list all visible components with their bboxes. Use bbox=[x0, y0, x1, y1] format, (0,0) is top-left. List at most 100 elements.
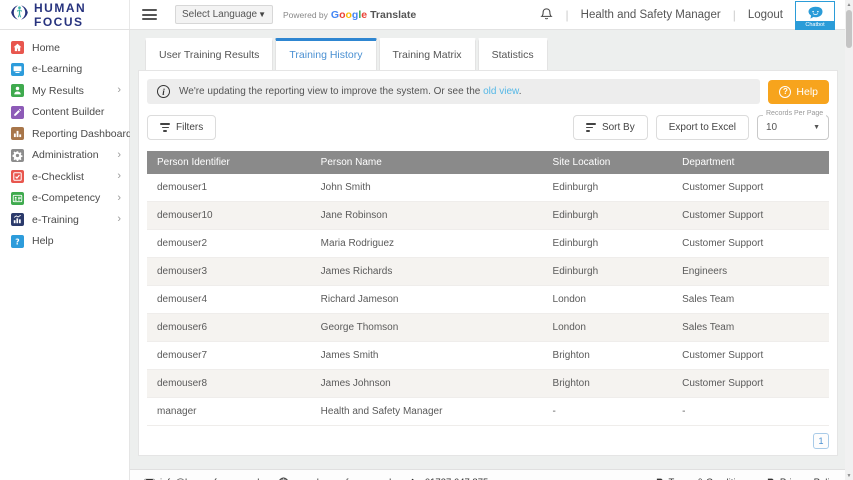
table-cell: Richard Jameson bbox=[311, 286, 543, 314]
table-cell: Brighton bbox=[543, 342, 673, 370]
vertical-scrollbar[interactable]: ▲ ▼ bbox=[845, 0, 853, 480]
sidebar-item-e-competency[interactable]: e-Competency› bbox=[0, 188, 129, 210]
scroll-down-arrow-icon[interactable]: ▼ bbox=[845, 471, 853, 480]
table-row: demouser8James JohnsonBrightonCustomer S… bbox=[147, 370, 829, 398]
table-cell: Jane Robinson bbox=[311, 202, 543, 230]
topbar-right: | Health and Safety Manager | Logout Cha… bbox=[539, 0, 853, 29]
sidebar-item-label: e-Training bbox=[32, 214, 79, 226]
training-history-table: Person IdentifierPerson NameSite Locatio… bbox=[147, 151, 829, 426]
sidebar-item-label: Reporting Dashboard bbox=[32, 128, 132, 140]
divider: | bbox=[566, 8, 569, 22]
table-cell: demouser6 bbox=[147, 314, 311, 342]
tab-training-history[interactable]: Training History bbox=[275, 38, 376, 70]
training-history-panel: i We're updating the reporting view to i… bbox=[138, 70, 838, 456]
scrollbar-thumb[interactable] bbox=[846, 10, 852, 48]
column-header-department: Department bbox=[672, 151, 829, 174]
tab-bar: User Training ResultsTraining HistoryTra… bbox=[138, 38, 838, 70]
table-cell: Brighton bbox=[543, 370, 673, 398]
bar-chart-icon bbox=[11, 127, 24, 140]
help-button-label: Help bbox=[796, 86, 818, 98]
sidebar-item-label: Administration bbox=[32, 149, 99, 161]
sidebar-item-label: Help bbox=[32, 235, 54, 247]
table-cell: manager bbox=[147, 398, 311, 426]
table-cell: demouser10 bbox=[147, 202, 311, 230]
table-row: managerHealth and Safety Manager-- bbox=[147, 398, 829, 426]
export-to-excel-button[interactable]: Export to Excel bbox=[656, 115, 749, 140]
tab-user-training-results[interactable]: User Training Results bbox=[145, 38, 273, 70]
table-cell: Customer Support bbox=[672, 230, 829, 258]
google-translate-attribution: Powered by Google Translate bbox=[283, 9, 416, 21]
language-select[interactable]: Select Language ▼ bbox=[175, 5, 273, 24]
table-cell: George Thomson bbox=[311, 314, 543, 342]
table-cell: James Smith bbox=[311, 342, 543, 370]
old-view-link[interactable]: old view bbox=[483, 86, 519, 97]
page-button-1[interactable]: 1 bbox=[813, 433, 829, 449]
chevron-right-icon: › bbox=[117, 85, 121, 96]
table-cell: demouser2 bbox=[147, 230, 311, 258]
table-cell: London bbox=[543, 286, 673, 314]
sort-by-button[interactable]: Sort By bbox=[573, 115, 648, 140]
table-cell: Maria Rodriguez bbox=[311, 230, 543, 258]
sidebar-item-reporting-dashboard[interactable]: Reporting Dashboard bbox=[0, 123, 129, 145]
sort-icon bbox=[586, 123, 596, 132]
table-row: demouser3James RichardsEdinburghEngineer… bbox=[147, 258, 829, 286]
translate-label: Translate bbox=[370, 9, 416, 21]
table-row: demouser6George ThomsonLondonSales Team bbox=[147, 314, 829, 342]
filters-button[interactable]: Filters bbox=[147, 115, 216, 140]
table-cell: London bbox=[543, 314, 673, 342]
table-cell: Engineers bbox=[672, 258, 829, 286]
scroll-up-arrow-icon[interactable]: ▲ bbox=[845, 0, 853, 9]
table-cell: James Johnson bbox=[311, 370, 543, 398]
chevron-right-icon: › bbox=[117, 150, 121, 161]
tab-statistics[interactable]: Statistics bbox=[478, 38, 548, 70]
column-header-person-identifier: Person Identifier bbox=[147, 151, 311, 174]
info-icon: i bbox=[157, 85, 170, 98]
table-cell: Customer Support bbox=[672, 342, 829, 370]
table-cell: Customer Support bbox=[672, 370, 829, 398]
help-button[interactable]: ? Help bbox=[768, 80, 829, 104]
sidebar-item-help[interactable]: ? Help bbox=[0, 231, 129, 253]
pagination: 1 bbox=[147, 433, 829, 449]
divider: | bbox=[733, 8, 736, 22]
sidebar-item-label: e-Learning bbox=[32, 63, 82, 75]
table-cell: - bbox=[543, 398, 673, 426]
svg-text:?: ? bbox=[15, 237, 19, 246]
table-cell: demouser4 bbox=[147, 286, 311, 314]
filters-button-label: Filters bbox=[176, 122, 203, 133]
question-mark-icon: ? bbox=[779, 86, 791, 98]
google-logo: Google bbox=[331, 9, 367, 21]
person-icon bbox=[11, 84, 24, 97]
sidebar-item-content-builder[interactable]: Content Builder bbox=[0, 102, 129, 124]
sidebar-item-home[interactable]: Home bbox=[0, 37, 129, 59]
language-select-value: Select Language bbox=[182, 9, 257, 20]
records-per-page-value: 10 bbox=[766, 122, 777, 133]
table-toolbar: Filters Sort By Export to Excel Records … bbox=[147, 115, 829, 140]
sidebar-item-administration[interactable]: Administration › bbox=[0, 145, 129, 167]
table-cell: demouser1 bbox=[147, 174, 311, 202]
sidebar-item-e-learning[interactable]: e-Learning bbox=[0, 59, 129, 81]
sidebar-item-label: e-Checklist bbox=[32, 171, 84, 183]
sidebar-item-label: Home bbox=[32, 42, 60, 54]
notifications-bell-icon[interactable] bbox=[539, 7, 554, 22]
sidebar-item-e-training[interactable]: e-Training› bbox=[0, 209, 129, 231]
hamburger-menu-icon[interactable] bbox=[142, 9, 157, 20]
sidebar-item-my-results[interactable]: My Results› bbox=[0, 80, 129, 102]
sidebar-item-label: Content Builder bbox=[32, 106, 104, 118]
chatbot-button[interactable]: Chatbot bbox=[795, 1, 835, 30]
records-per-page-select[interactable]: Records Per Page 10 ▼ bbox=[757, 115, 829, 140]
brand-logo[interactable]: HUMAN FOCUS bbox=[0, 0, 130, 29]
filter-icon bbox=[160, 123, 170, 132]
chevron-right-icon: › bbox=[117, 171, 121, 182]
tab-training-matrix[interactable]: Training Matrix bbox=[379, 38, 476, 70]
table-cell: Edinburgh bbox=[543, 202, 673, 230]
table-row: demouser7James SmithBrightonCustomer Sup… bbox=[147, 342, 829, 370]
table-cell: demouser7 bbox=[147, 342, 311, 370]
gear-icon bbox=[11, 149, 24, 162]
table-cell: Sales Team bbox=[672, 286, 829, 314]
table-cell: Edinburgh bbox=[543, 258, 673, 286]
logout-link[interactable]: Logout bbox=[748, 9, 783, 21]
table-cell: Customer Support bbox=[672, 202, 829, 230]
sidebar-item-e-checklist[interactable]: e-Checklist › bbox=[0, 166, 129, 188]
table-cell: demouser3 bbox=[147, 258, 311, 286]
info-banner: i We're updating the reporting view to i… bbox=[147, 79, 760, 104]
